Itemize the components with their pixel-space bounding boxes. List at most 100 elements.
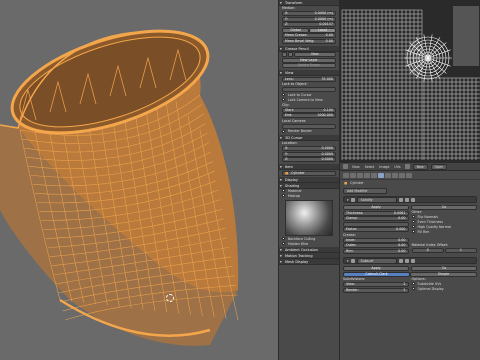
rim-label: Rim: <box>346 248 354 253</box>
subdivide-uvs-label: Subdivide UVs <box>417 281 442 286</box>
uv-editor-header: View Select Image UVs New Open <box>340 162 480 171</box>
cursor-z-label: Z: <box>285 157 289 162</box>
add-modifier-dropdown[interactable]: Add Modifier <box>343 188 387 194</box>
physics-tab-icon[interactable] <box>406 173 412 178</box>
cursor-z-field[interactable]: Z: 0.0000 <box>282 157 336 163</box>
subdiv-render-field[interactable]: Render: 2 <box>343 287 409 293</box>
uvs-menu[interactable]: UVs <box>393 165 401 169</box>
subsurf-render-icon[interactable] <box>398 258 403 263</box>
render-border-checkbox[interactable]: Render Border <box>279 129 339 134</box>
editor-type-icon[interactable] <box>343 164 348 169</box>
properties-sidebar: Transform Median: X: 0.0000 (m) Y: 0.0000 … <box>278 0 340 360</box>
3d-cursor-icon <box>166 294 174 302</box>
solidify-copy-button[interactable]: Co <box>411 204 477 210</box>
texture-tab-icon[interactable] <box>399 173 405 178</box>
factor-field[interactable]: Factor: 0.000 <box>343 227 409 232</box>
select-menu[interactable]: Select <box>364 165 376 169</box>
grease-pencil-header[interactable]: Grease Pencil <box>279 45 339 52</box>
mean-bevel-field[interactable]: Mean Bevel Weig: 0.00 <box>282 38 336 44</box>
material-tab-icon[interactable] <box>392 173 398 178</box>
image-browse-icon[interactable] <box>404 164 410 169</box>
local-camera-field[interactable] <box>282 123 336 129</box>
rim-material-offset-field[interactable]: 1 <box>444 247 477 253</box>
lens-field[interactable]: Lens: 35.000 <box>282 76 336 82</box>
properties-editor: ■ Cylinder Add Modifier ▾ Solidify Apply … <box>340 171 480 360</box>
subsurf-copy-button[interactable]: Co <box>411 265 477 271</box>
subsurf-modifier-header[interactable]: ▾ Subsurf <box>343 257 477 265</box>
local-camera-label: Local Camera: <box>282 118 307 123</box>
factor-label: Factor: <box>346 227 358 231</box>
matcap-checkbox[interactable]: Matcap <box>279 194 339 199</box>
subdivisions-label: Subdivisions: <box>343 277 366 282</box>
cursor-y-field[interactable]: Y: 0.0000 <box>282 151 336 157</box>
even-thickness-label: Even Thickness <box>417 219 444 224</box>
render-tab-icon[interactable] <box>343 173 349 178</box>
median-z-field[interactable]: Z: 0.00137 <box>282 22 336 28</box>
constraints-tab-icon[interactable] <box>371 173 377 178</box>
simple-toggle[interactable]: Simple <box>410 271 477 277</box>
median-x-field[interactable]: X: 0.0000 (m) <box>282 11 336 17</box>
subsurf-editmode-icon[interactable] <box>410 258 415 263</box>
subsurf-collapse-icon[interactable]: ▾ <box>347 259 349 263</box>
mean-crease-label: Mean Crease: <box>285 33 308 38</box>
item-name-field[interactable]: ■ Cylinder <box>282 170 336 176</box>
subsurf-viewport-icon[interactable] <box>404 258 409 263</box>
lock-object-field[interactable] <box>282 87 336 93</box>
outer-field[interactable]: Outer: 0.00 <box>343 243 409 249</box>
thickness-field[interactable]: Thickness: 0.0061 <box>343 210 409 216</box>
material-offset-field[interactable]: 0 <box>411 247 444 253</box>
modifier-tab-icon[interactable] <box>378 173 384 178</box>
start-value: 0.100 <box>323 107 333 112</box>
delete-frame-button[interactable]: Delete Frame <box>282 63 336 69</box>
view-header[interactable]: View <box>279 70 339 77</box>
fill-rim-checkbox[interactable]: Fill Rim <box>411 230 478 235</box>
rim-field[interactable]: Rim: 0.00 <box>343 248 409 254</box>
world-tab-icon[interactable] <box>357 173 363 178</box>
object-tab-icon[interactable] <box>364 173 370 178</box>
3d-viewport[interactable] <box>0 0 278 360</box>
editmode-toggle-icon[interactable] <box>410 197 415 202</box>
median-y-field[interactable]: Y: 0.0000 (m) <box>282 16 336 22</box>
image-menu[interactable]: Image <box>378 165 390 169</box>
solidify-apply-button[interactable]: Apply <box>343 204 409 210</box>
pencil-icon[interactable] <box>282 52 287 58</box>
uv-editor[interactable] <box>340 0 480 162</box>
viewport-toggle-icon[interactable] <box>404 197 409 202</box>
catmull-clark-toggle[interactable]: Catmull-Clark <box>343 271 410 277</box>
x-value: 0.0000 (m) <box>314 11 333 16</box>
scene-icon[interactable] <box>288 52 293 58</box>
view-menu[interactable]: View <box>351 165 361 169</box>
thickness-value: 0.0061 <box>393 210 406 215</box>
clip-end-field[interactable]: End: 1000.000 <box>282 113 336 119</box>
local-toggle[interactable]: Local <box>309 27 336 33</box>
cursor-x-field[interactable]: X: 0.0000 <box>282 146 336 152</box>
new-image-button[interactable]: New <box>412 163 428 170</box>
clip-start-field[interactable]: Start: 0.100 <box>282 107 336 113</box>
solidify-name-field[interactable]: Solidify <box>356 196 397 203</box>
mesh-display-header[interactable]: Mesh Display <box>279 258 339 265</box>
mean-crease-field[interactable]: Mean Crease: 0.00 <box>282 33 336 39</box>
new-gp-button[interactable]: New <box>294 52 336 58</box>
transform-header[interactable]: Transform <box>279 0 339 6</box>
matcap-preview-image[interactable] <box>285 199 333 236</box>
subsurf-apply-button[interactable]: Apply <box>343 265 409 271</box>
outer-value: 0.00 <box>398 243 406 248</box>
new-layer-button[interactable]: New Layer <box>282 57 336 63</box>
shading-header[interactable]: Shading <box>279 182 339 189</box>
global-toggle[interactable]: Global <box>282 27 309 33</box>
optimal-display-checkbox[interactable]: Optimal Display <box>411 287 478 292</box>
item-header[interactable]: Item <box>279 164 339 171</box>
data-tab-icon[interactable] <box>385 173 391 178</box>
scene-tab-icon[interactable] <box>350 173 356 178</box>
clamp-field[interactable]: Clamp: 0.00 <box>343 216 409 221</box>
collapse-icon[interactable]: ▾ <box>347 198 349 202</box>
open-image-button[interactable]: Open <box>430 163 448 170</box>
subsurf-name-field[interactable]: Subsurf <box>356 257 397 264</box>
vertex-group-field[interactable] <box>343 221 409 227</box>
crease-label: Crease: <box>343 232 356 237</box>
solidify-modifier-header[interactable]: ▾ Solidify <box>343 196 477 203</box>
subdiv-view-field[interactable]: View: 2 <box>343 282 409 288</box>
render-toggle-icon[interactable] <box>398 197 403 202</box>
3d-cursor-header[interactable]: 3D Cursor <box>279 135 339 142</box>
inner-field[interactable]: Inner: 0.00 <box>343 237 409 243</box>
